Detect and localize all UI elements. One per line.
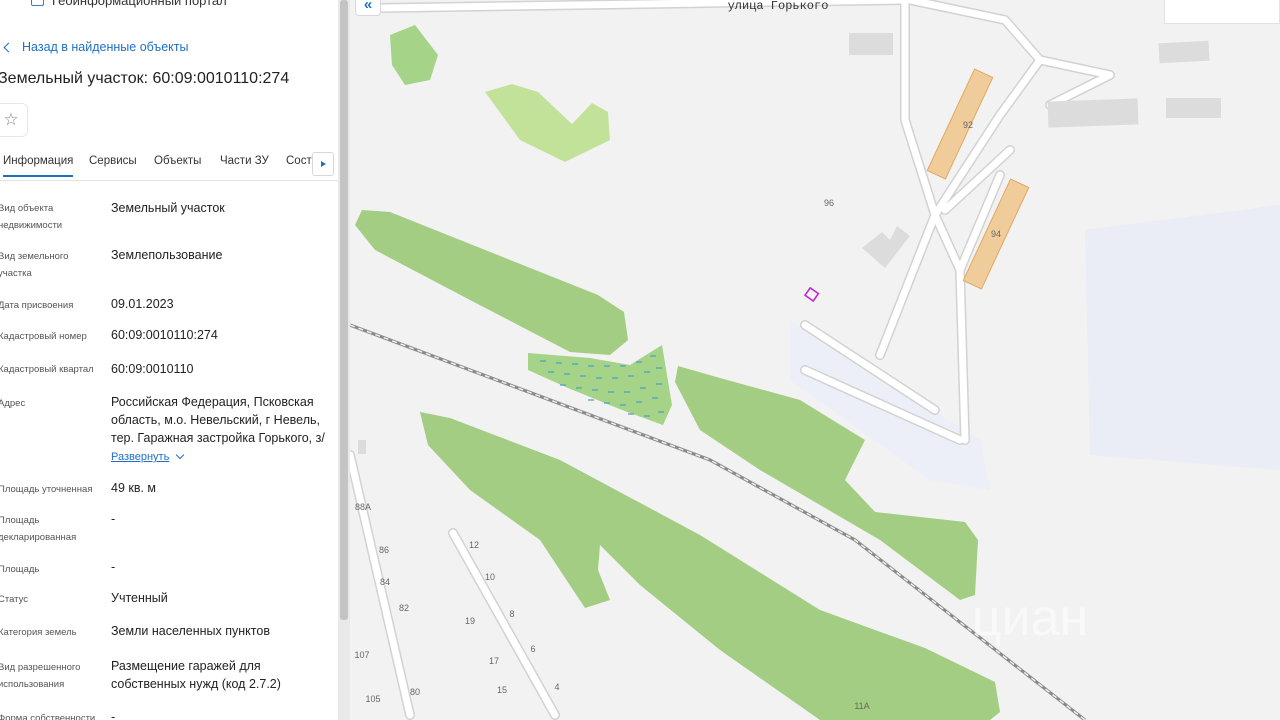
collapse-panel-button[interactable]: « [355, 0, 381, 16]
favorite-star-button[interactable]: ☆ [0, 103, 28, 137]
field-label-land-category: Категория земель [0, 627, 77, 638]
field-label-area: Площадь [0, 564, 40, 575]
double-chevron-left-icon: « [363, 0, 373, 13]
tab-objects[interactable]: Объекты [154, 155, 201, 167]
field-value-area-declared: - [111, 512, 116, 526]
house-number-17: 17 [489, 656, 499, 666]
building [862, 226, 910, 268]
panel-scrollbar-thumb[interactable] [340, 0, 348, 620]
field-label-address: Адрес [0, 398, 26, 409]
house-number-15: 15 [497, 685, 507, 695]
building [1158, 40, 1210, 64]
house-number-88a: 88А [355, 502, 371, 512]
house-number-8: 8 [509, 609, 514, 619]
watermark-text: циан [972, 589, 1088, 647]
field-label-ownership-form: Форма собственности [0, 713, 96, 720]
field-value-cadastral-number: 60:09:0010110:274 [111, 328, 218, 342]
street-label: улица Горького [728, 0, 829, 13]
chevron-down-icon [176, 450, 185, 460]
star-icon: ☆ [3, 110, 19, 129]
house-number-12: 12 [469, 540, 479, 550]
building [849, 33, 893, 55]
field-value-land-category: Земли населенных пунктов [111, 624, 270, 638]
forest-area [485, 84, 610, 162]
field-value-land-type: Землепользование [111, 248, 223, 262]
field-value-ownership-form: - [111, 710, 116, 720]
house-number-84: 84 [380, 577, 390, 587]
field-label-permitted-use: Вид разрешенного использования [0, 662, 81, 690]
field-label-land-type: Вид земельного участка [0, 251, 69, 279]
map-view[interactable]: 92 94 96 88А 86 84 82 107 105 80 12 10 8… [350, 0, 1280, 720]
portal-logo-icon [31, 0, 44, 6]
tab-information[interactable]: Информация [3, 155, 74, 177]
back-label: Назад в найденные объекты [22, 40, 189, 54]
panel-scrollbar[interactable] [338, 0, 350, 720]
forest-area [390, 25, 438, 85]
building [358, 440, 366, 454]
back-to-results-link[interactable]: Назад в найденные объекты [0, 38, 188, 56]
house-number-10: 10 [485, 572, 495, 582]
house-number-107: 107 [354, 650, 369, 660]
wetland-area [528, 345, 672, 425]
chevron-left-icon [3, 42, 14, 52]
tab-bar: Информация Сервисы Объекты Части ЗУ Сост… [0, 150, 338, 181]
house-number-80: 80 [410, 687, 420, 697]
house-number-82: 82 [399, 603, 409, 613]
tab-services[interactable]: Сервисы [89, 155, 137, 167]
field-label-area-specified: Площадь уточненная [0, 484, 93, 495]
object-title: Земельный участок: 60:09:0010110:274 [0, 70, 290, 87]
selected-parcel[interactable] [803, 286, 820, 303]
field-value-assign-date: 09.01.2023 [111, 297, 174, 311]
house-number-86: 86 [379, 545, 389, 555]
house-number-19: 19 [465, 616, 475, 626]
house-number-105: 105 [365, 694, 380, 704]
expand-address-link[interactable]: Развернуть [111, 450, 185, 463]
portal-title: Геоинформационный портал [52, 0, 227, 8]
field-value-permitted-use: Размещение гаражей для собственных нужд … [111, 659, 281, 691]
caret-right-icon [320, 161, 326, 167]
field-label-status: Статус [0, 594, 29, 605]
house-number-11a: 11А [854, 701, 869, 711]
field-value-cadastral-quarter: 60:09:0010110 [111, 362, 194, 376]
highlighted-building [926, 68, 994, 180]
house-number-94: 94 [991, 229, 1001, 239]
building [1047, 98, 1139, 128]
info-panel: Геоинформационный портал Назад в найденн… [0, 0, 338, 720]
field-label-cadastral-number: Кадастровый номер [0, 331, 87, 342]
field-value-area: - [111, 560, 116, 574]
forest-area [355, 210, 628, 355]
field-label-object-type: Вид объекта недвижимости [0, 203, 63, 231]
field-value-address: Российская Федерация, Псковская область,… [111, 395, 325, 445]
field-value-area-specified: 49 кв. м [111, 481, 157, 495]
tab-parts[interactable]: Части ЗУ [220, 155, 269, 167]
house-number-96: 96 [824, 198, 834, 208]
house-number-6: 6 [530, 644, 535, 654]
field-label-area-declared: Площадь декларированная [0, 515, 77, 543]
map-canvas[interactable]: 92 94 96 88А 86 84 82 107 105 80 12 10 8… [350, 0, 1280, 720]
expand-label: Развернуть [111, 451, 170, 463]
house-number-4: 4 [554, 682, 559, 692]
field-value-object-type: Земельный участок [111, 201, 225, 215]
zone-area [1085, 205, 1280, 470]
tabs-scroll-right-button[interactable] [312, 152, 334, 176]
field-value-status: Учтенный [111, 591, 168, 605]
building [1166, 98, 1221, 118]
house-number-92: 92 [963, 120, 973, 130]
field-label-cadastral-quarter: Кадастровый квартал [0, 364, 94, 375]
map-control-box[interactable] [1164, 0, 1280, 24]
field-label-assign-date: Дата присвоения [0, 300, 74, 311]
